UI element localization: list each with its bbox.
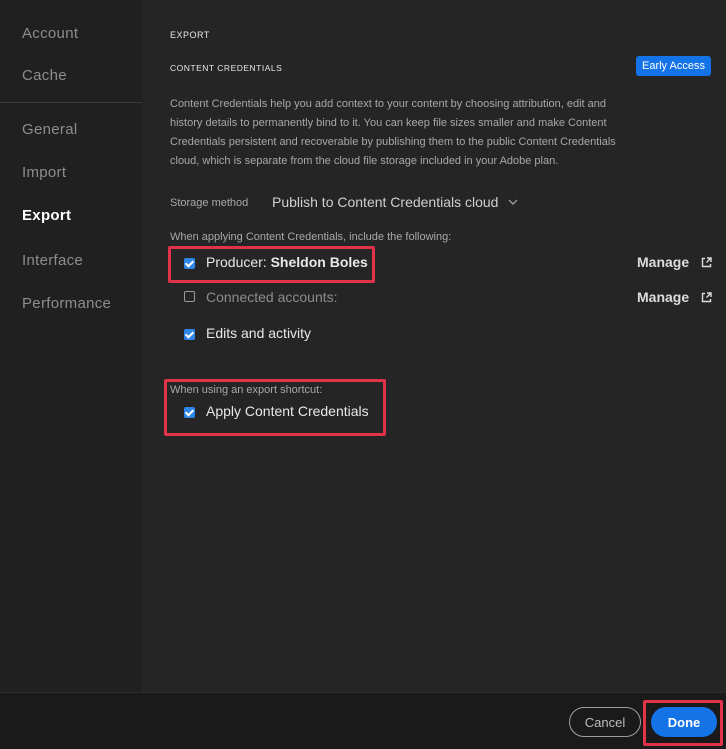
subsection-title: CONTENT CREDENTIALS xyxy=(170,63,283,73)
settings-content: EXPORT CONTENT CREDENTIALS Early Access … xyxy=(142,0,726,692)
edits-activity-label: Edits and activity xyxy=(206,325,312,341)
producer-name: Sheldon Boles xyxy=(270,254,368,270)
manage-label: Manage xyxy=(637,254,690,270)
apply-credentials-checkbox[interactable] xyxy=(184,407,195,418)
description-line: Credentials persistent and recoverable b… xyxy=(170,136,616,148)
producer-row-label: Producer: Sheldon Boles xyxy=(206,254,368,270)
chevron-down-icon xyxy=(508,193,518,209)
storage-method-value: Publish to Content Credentials cloud xyxy=(272,194,499,210)
include-heading: When applying Content Credentials, inclu… xyxy=(170,231,452,243)
manage-label: Manage xyxy=(637,289,690,305)
dialog-footer: Cancel Done xyxy=(0,692,726,749)
sidebar-divider xyxy=(0,102,142,103)
sidebar-item-performance[interactable]: Performance xyxy=(22,295,111,312)
producer-checkbox[interactable] xyxy=(184,258,195,269)
cancel-button[interactable]: Cancel xyxy=(569,707,641,737)
edits-activity-checkbox[interactable] xyxy=(184,329,195,340)
description: Content Credentials help you add context… xyxy=(170,95,710,171)
external-link-icon xyxy=(701,255,712,268)
sidebar-item-export[interactable]: Export xyxy=(22,207,71,224)
description-line: cloud, which is separate from the cloud … xyxy=(170,155,559,167)
external-link-icon xyxy=(701,290,712,303)
sidebar-item-cache[interactable]: Cache xyxy=(22,67,67,84)
connected-accounts-checkbox[interactable] xyxy=(184,291,195,302)
manage-accounts-link[interactable]: Manage xyxy=(637,289,712,305)
sidebar-item-account[interactable]: Account xyxy=(22,25,78,42)
section-title: EXPORT xyxy=(170,30,210,40)
description-line: Content Credentials help you add context… xyxy=(170,98,607,110)
sidebar-item-general[interactable]: General xyxy=(22,121,77,138)
storage-method-label: Storage method xyxy=(170,197,249,209)
sidebar-item-import[interactable]: Import xyxy=(22,164,66,181)
shortcut-heading: When using an export shortcut: xyxy=(170,384,323,396)
early-access-badge[interactable]: Early Access xyxy=(636,56,711,76)
apply-credentials-label: Apply Content Credentials xyxy=(206,403,369,419)
connected-accounts-label: Connected accounts: xyxy=(206,289,338,305)
manage-producer-link[interactable]: Manage xyxy=(637,254,712,270)
settings-sidebar: Account Cache General Import Export Inte… xyxy=(0,0,142,748)
description-line: history details to permanently bind to i… xyxy=(170,117,607,129)
producer-label: Producer: xyxy=(206,254,267,270)
done-button[interactable]: Done xyxy=(651,707,717,737)
sidebar-item-interface[interactable]: Interface xyxy=(22,252,83,269)
storage-method-dropdown[interactable]: Publish to Content Credentials cloud xyxy=(272,194,518,210)
